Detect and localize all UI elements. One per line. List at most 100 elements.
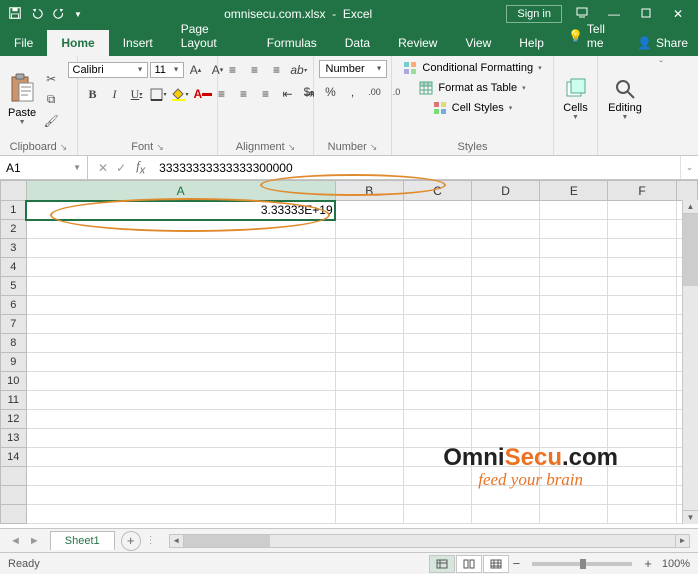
cell[interactable] bbox=[403, 429, 471, 448]
cell[interactable] bbox=[608, 334, 676, 353]
row-header[interactable]: 11 bbox=[1, 391, 27, 410]
cell[interactable] bbox=[472, 410, 540, 429]
row-header[interactable] bbox=[1, 467, 27, 486]
cell[interactable] bbox=[335, 220, 403, 239]
vertical-scrollbar[interactable]: ▲ ▼ bbox=[682, 200, 698, 524]
column-header-f[interactable]: F bbox=[608, 181, 676, 201]
cell[interactable] bbox=[26, 220, 335, 239]
cell[interactable] bbox=[472, 201, 540, 220]
cell[interactable] bbox=[472, 296, 540, 315]
cell[interactable] bbox=[608, 391, 676, 410]
tab-page-layout[interactable]: Page Layout bbox=[167, 16, 253, 56]
cell[interactable] bbox=[403, 239, 471, 258]
cell[interactable] bbox=[608, 410, 676, 429]
copy-button[interactable]: ⧉ bbox=[42, 91, 60, 109]
alignment-launcher[interactable]: ↘ bbox=[288, 142, 296, 153]
border-button[interactable]: ▾ bbox=[149, 84, 169, 104]
row-header[interactable]: 9 bbox=[1, 353, 27, 372]
cell[interactable] bbox=[472, 239, 540, 258]
cell[interactable] bbox=[26, 448, 335, 467]
sheet-nav-prev-icon[interactable]: ◄ bbox=[10, 535, 21, 547]
name-box[interactable]: A1▼ bbox=[0, 156, 88, 179]
zoom-level[interactable]: 100% bbox=[662, 558, 690, 570]
tab-home[interactable]: Home bbox=[47, 30, 108, 56]
increase-font-icon[interactable]: A▴ bbox=[186, 60, 206, 80]
fill-color-button[interactable]: ▾ bbox=[171, 84, 191, 104]
cell[interactable] bbox=[540, 410, 608, 429]
cell[interactable] bbox=[608, 429, 676, 448]
cell[interactable] bbox=[540, 239, 608, 258]
cell[interactable] bbox=[472, 505, 540, 524]
underline-button[interactable]: U▾ bbox=[127, 84, 147, 104]
cell[interactable] bbox=[403, 391, 471, 410]
cell[interactable] bbox=[335, 448, 403, 467]
cell[interactable] bbox=[403, 334, 471, 353]
cell[interactable] bbox=[335, 372, 403, 391]
cells-button[interactable]: Cells▼ bbox=[559, 76, 591, 123]
clipboard-launcher[interactable]: ↘ bbox=[60, 142, 68, 153]
cell[interactable] bbox=[540, 315, 608, 334]
collapse-ribbon-icon[interactable]: ˇ bbox=[652, 56, 670, 71]
share-button[interactable]: 👤Share bbox=[627, 30, 698, 56]
column-header-d[interactable]: D bbox=[472, 181, 540, 201]
column-header-e[interactable]: E bbox=[540, 181, 608, 201]
align-middle-icon[interactable]: ≡ bbox=[245, 60, 265, 80]
cell[interactable] bbox=[26, 277, 335, 296]
row-header[interactable]: 14 bbox=[1, 448, 27, 467]
bold-button[interactable]: B bbox=[83, 84, 103, 104]
sheet-nav-next-icon[interactable]: ► bbox=[29, 535, 40, 547]
qat-customize-icon[interactable]: ▼ bbox=[74, 10, 82, 19]
cell[interactable] bbox=[403, 258, 471, 277]
tab-formulas[interactable]: Formulas bbox=[253, 30, 331, 56]
cell[interactable] bbox=[540, 448, 608, 467]
align-bottom-icon[interactable]: ≡ bbox=[267, 60, 287, 80]
increase-decimal-icon[interactable]: .00 bbox=[365, 82, 385, 102]
cell[interactable] bbox=[335, 505, 403, 524]
cell[interactable] bbox=[540, 201, 608, 220]
tab-view[interactable]: View bbox=[451, 30, 505, 56]
redo-icon[interactable] bbox=[52, 6, 66, 23]
cell[interactable] bbox=[608, 277, 676, 296]
cell[interactable] bbox=[540, 258, 608, 277]
scroll-down-icon[interactable]: ▼ bbox=[683, 510, 698, 524]
cell[interactable] bbox=[472, 372, 540, 391]
cell[interactable] bbox=[472, 315, 540, 334]
cell[interactable] bbox=[26, 391, 335, 410]
cell[interactable] bbox=[540, 505, 608, 524]
cell-a1[interactable]: 3.33333E+19 bbox=[26, 201, 335, 220]
zoom-out-button[interactable]: − bbox=[509, 556, 525, 571]
paste-button[interactable]: Paste ▼ bbox=[6, 71, 38, 128]
row-header[interactable] bbox=[1, 505, 27, 524]
cell[interactable] bbox=[472, 220, 540, 239]
cell[interactable] bbox=[472, 334, 540, 353]
row-header[interactable] bbox=[1, 486, 27, 505]
row-header[interactable]: 2 bbox=[1, 220, 27, 239]
cell[interactable] bbox=[540, 467, 608, 486]
cell[interactable] bbox=[608, 486, 676, 505]
column-header-a[interactable]: A bbox=[26, 181, 335, 201]
currency-icon[interactable]: $▾ bbox=[299, 82, 319, 102]
tab-review[interactable]: Review bbox=[384, 30, 451, 56]
cancel-formula-icon[interactable]: ✕ bbox=[98, 161, 108, 175]
cell[interactable] bbox=[26, 429, 335, 448]
cell[interactable] bbox=[26, 315, 335, 334]
cell[interactable] bbox=[540, 334, 608, 353]
row-header[interactable]: 5 bbox=[1, 277, 27, 296]
cell[interactable] bbox=[608, 448, 676, 467]
cell[interactable] bbox=[26, 505, 335, 524]
cell[interactable] bbox=[472, 258, 540, 277]
cell[interactable] bbox=[540, 353, 608, 372]
conditional-formatting-button[interactable]: Conditional Formatting▾ bbox=[399, 60, 545, 76]
cell[interactable] bbox=[608, 296, 676, 315]
cell[interactable] bbox=[540, 486, 608, 505]
cell[interactable] bbox=[540, 372, 608, 391]
save-icon[interactable] bbox=[8, 6, 22, 23]
number-format-select[interactable]: Number▼ bbox=[319, 60, 387, 78]
cell[interactable] bbox=[540, 391, 608, 410]
scroll-right-icon[interactable]: ► bbox=[675, 535, 689, 547]
cell[interactable] bbox=[335, 239, 403, 258]
row-header[interactable]: 13 bbox=[1, 429, 27, 448]
italic-button[interactable]: I bbox=[105, 84, 125, 104]
row-header[interactable]: 8 bbox=[1, 334, 27, 353]
maximize-button[interactable] bbox=[632, 7, 660, 22]
